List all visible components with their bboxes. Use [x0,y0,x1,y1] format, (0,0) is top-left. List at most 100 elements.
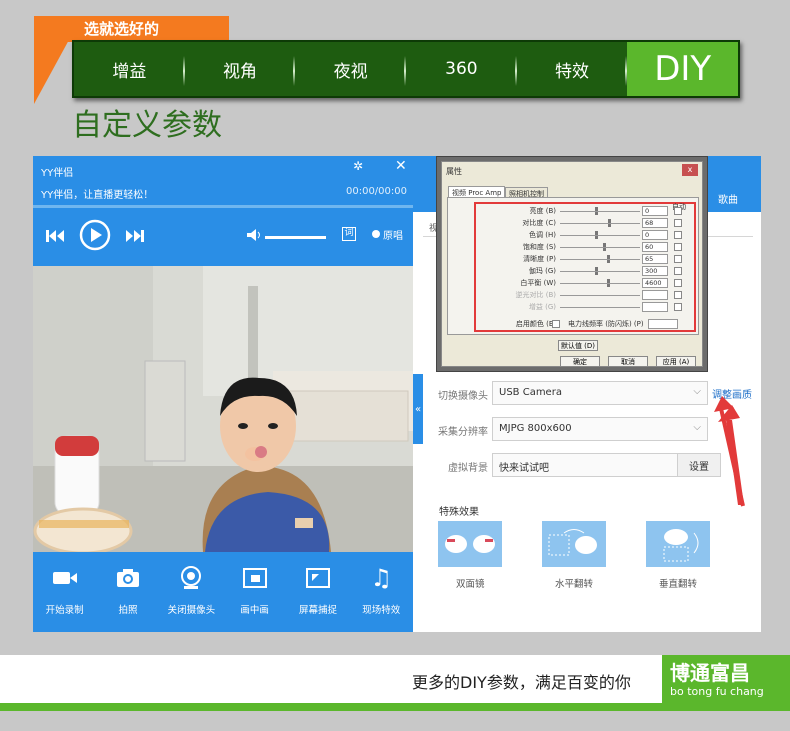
play-icon[interactable] [79,219,111,251]
property-value[interactable]: 0 [642,206,668,216]
property-label: 伽玛 (G) [528,267,556,275]
property-value[interactable]: 0 [642,230,668,240]
property-value[interactable]: 65 [642,254,668,264]
page-subtitle: 自定义参数 [72,108,222,143]
property-value[interactable]: 60 [642,242,668,252]
property-row: 逆光对比 (B) [448,290,700,301]
lyrics-button[interactable]: 词 [342,227,356,241]
horizontal-flip-icon [548,529,597,556]
video-camera-icon [52,572,77,584]
property-slider[interactable] [560,283,640,284]
property-row: 增益 (G) [448,302,700,313]
screen-capture-button[interactable]: 屏幕捕捉 [286,552,349,632]
start-recording-button[interactable]: 开始录制 [33,552,96,632]
property-value[interactable]: 68 [642,218,668,228]
auto-checkbox[interactable] [674,303,682,311]
nav-night[interactable]: 夜视 [295,42,406,96]
nav-angle[interactable]: 视角 [185,42,296,96]
gear-icon[interactable]: ✲ [353,159,363,173]
auto-checkbox[interactable] [674,279,682,287]
nav-diy[interactable]: DIY [627,42,739,96]
auto-checkbox[interactable] [674,255,682,263]
vertical-flip-icon [663,529,699,562]
original-radio[interactable] [372,230,380,238]
property-label: 清晰度 (P) [523,255,556,263]
close-icon[interactable]: x [682,164,698,176]
property-slider[interactable] [560,223,640,224]
property-label: 饱和度 (S) [522,243,556,251]
apply-button[interactable]: 应用 (A) [656,356,696,367]
property-row: 对比度 (C) 68 [448,218,700,229]
ok-button[interactable]: 确定 [560,356,600,367]
auto-checkbox[interactable] [674,231,682,239]
horizontal-flip-button[interactable] [542,521,606,567]
auto-checkbox[interactable] [674,291,682,299]
cancel-button[interactable]: 取消 [608,356,648,367]
color-enable-row: 启用颜色 (E) 电力线频率 (防闪烁) (P) [448,319,700,330]
close-camera-button[interactable]: 关闭摄像头 [160,552,223,632]
powerline-label: 电力线频率 (防闪烁) (P) [568,320,644,328]
resolution-select[interactable]: MJPG 800x600 ⌵ [492,417,708,441]
property-slider[interactable] [560,259,640,260]
app-slogan: YY伴侣，让直播更轻松！ [41,190,154,201]
next-icon[interactable] [125,228,145,244]
original-label: 原唱 [383,231,403,242]
music-note-icon: ♫ [370,564,393,592]
property-slider[interactable] [560,247,640,248]
nav-effects[interactable]: 特效 [517,42,628,96]
picture-in-picture-button[interactable]: 画中画 [223,552,286,632]
effect-vflip-label: 垂直翻转 [659,579,698,590]
vertical-flip-button[interactable] [646,521,710,567]
property-row: 色调 (H) 0 [448,230,700,241]
powerline-select[interactable] [648,319,678,329]
volume-icon[interactable] [246,228,262,242]
property-label: 逆光对比 (B) [515,291,557,299]
camera-icon [116,569,139,587]
auto-checkbox[interactable] [674,207,682,215]
footer-bar [0,703,790,711]
auto-checkbox[interactable] [674,267,682,275]
brand-logo-mark: 博通富昌 [670,661,750,685]
property-slider[interactable] [560,307,640,308]
mirror-icon [445,535,495,553]
effect-hflip-label: 水平翻转 [555,579,594,590]
camera-select[interactable]: USB Camera ⌵ [492,381,708,405]
banner-tag: 选就选好的 [84,20,160,38]
property-label: 增益 (G) [528,303,556,311]
photo-button[interactable]: 拍照 [96,552,159,632]
property-row: 亮度 (B) 0 [448,206,700,217]
proc-amp-panel: 自动 亮度 (B)0对比度 (C)68色调 (H)0饱和度 (S)60清晰度 (… [447,197,699,335]
auto-checkbox[interactable] [674,219,682,227]
nav-360[interactable]: 360 [406,42,517,96]
nav-gain[interactable]: 增益 [74,42,185,96]
color-enable-checkbox[interactable] [552,320,560,328]
collapse-handle[interactable]: « [413,374,423,444]
property-row: 清晰度 (P) 65 [448,254,700,265]
footer-text: 更多的DIY参数，满足百变的你 [412,673,631,692]
default-button[interactable]: 默认值 (D) [558,340,598,351]
dialog-title: 属性 [446,167,462,176]
close-icon[interactable]: ✕ [395,158,407,174]
webcam-icon [181,566,202,589]
color-enable-label: 启用颜色 (E) [515,320,556,328]
property-label: 亮度 (B) [529,207,557,215]
property-value[interactable]: 300 [642,266,668,276]
volume-slider[interactable] [265,236,326,239]
auto-checkbox[interactable] [674,243,682,251]
property-value[interactable] [642,302,668,312]
previous-icon[interactable] [45,228,65,244]
live-effects-button[interactable]: ♫ 现场特效 [350,552,413,632]
camera-properties-dialog: 属性 x 视频 Proc Amp 照相机控制 自动 亮度 (B)0对比度 (C)… [436,156,708,372]
virtual-bg-field[interactable]: 快来试试吧 [492,453,678,477]
property-value[interactable]: 4600 [642,278,668,288]
property-slider[interactable] [560,271,640,272]
app-title: YY伴侣 [41,168,74,179]
property-slider[interactable] [560,235,640,236]
property-label: 白平衡 (W) [520,279,556,287]
mirror-effect-button[interactable] [438,521,502,567]
property-slider[interactable] [560,211,640,212]
property-slider[interactable] [560,295,640,296]
child-photo [33,266,413,552]
picture-in-picture-icon [242,568,267,588]
property-value[interactable] [642,290,668,300]
